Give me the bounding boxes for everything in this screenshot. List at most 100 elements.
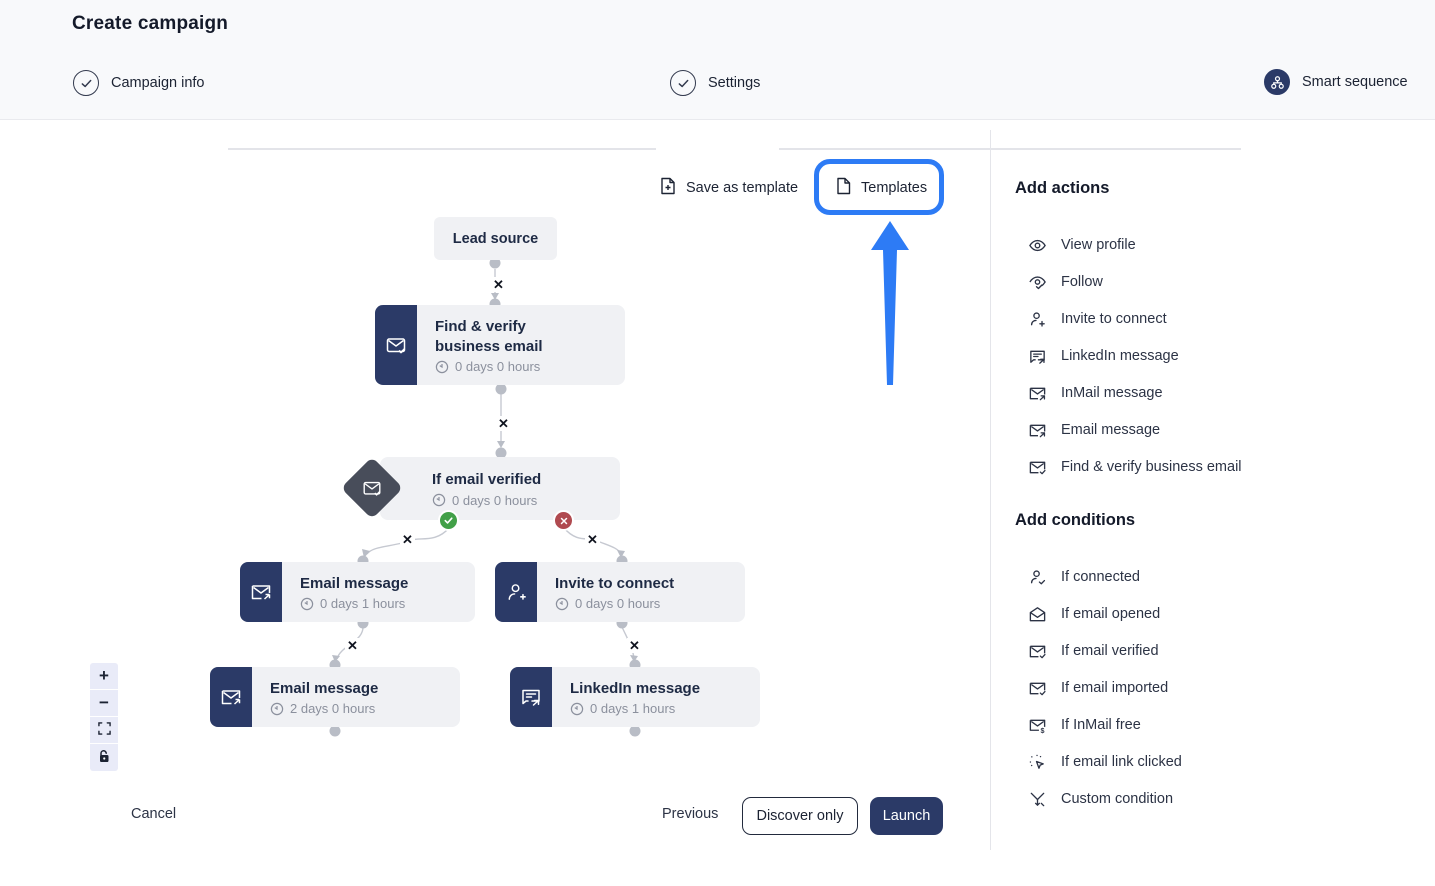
cursor-click-icon: [1028, 753, 1047, 772]
envelope-dollar-icon: $: [1028, 716, 1047, 735]
condition-if-connected[interactable]: If connected: [1028, 564, 1140, 590]
person-check-icon: [1028, 568, 1047, 587]
branch-yes-icon[interactable]: [438, 510, 459, 531]
step-label: Smart sequence: [1302, 74, 1408, 90]
fit-view-button[interactable]: [90, 717, 118, 744]
discover-only-button[interactable]: Discover only: [742, 797, 858, 835]
fullscreen-icon: [98, 720, 111, 740]
node-find-verify-business-email[interactable]: Find & verify business email 0 days 0 ho…: [375, 305, 625, 385]
lock-icon: [98, 748, 110, 768]
zoom-out-button[interactable]: −: [90, 690, 118, 717]
envelope-arrow-icon: [1028, 421, 1047, 440]
svg-text:$: $: [1041, 727, 1045, 735]
file-plus-icon: [660, 177, 676, 199]
action-label: View profile: [1061, 237, 1136, 253]
eye-check-icon: [1028, 273, 1047, 292]
envelope-check-icon: [1028, 642, 1047, 661]
envelope-open-icon: [1028, 605, 1047, 624]
action-inmail-message[interactable]: InMail message: [1028, 380, 1163, 406]
chat-arrow-icon: [1028, 347, 1047, 366]
annotation-arrow: [0, 0, 1435, 886]
action-label: Find & verify business email: [1061, 459, 1242, 475]
step-settings[interactable]: Settings: [670, 70, 760, 96]
node-duration: 0 days 0 hours: [455, 359, 540, 374]
flow-connectors: [0, 0, 1435, 886]
envelope-check-icon: [1028, 679, 1047, 698]
step-connector-line: [228, 148, 656, 150]
step-label: Settings: [708, 75, 760, 91]
eye-icon: [1028, 236, 1047, 255]
condition-if-inmail-free[interactable]: $ If InMail free: [1028, 712, 1141, 738]
create-campaign-page: Create campaign Campaign info Settings: [0, 0, 1435, 886]
lock-button[interactable]: [90, 744, 118, 771]
action-label: Follow: [1061, 274, 1103, 290]
minus-icon: −: [99, 693, 109, 713]
action-invite-to-connect[interactable]: Invite to connect: [1028, 306, 1167, 332]
action-view-profile[interactable]: View profile: [1028, 232, 1136, 258]
step-smart-sequence[interactable]: Smart sequence: [1264, 69, 1408, 95]
action-linkedin-message[interactable]: LinkedIn message: [1028, 343, 1179, 369]
condition-custom-condition[interactable]: Custom condition: [1028, 786, 1173, 812]
action-follow[interactable]: Follow: [1028, 269, 1103, 295]
step-connector-line: [779, 148, 1241, 150]
node-invite-to-connect[interactable]: Invite to connect 0 days 0 hours: [495, 562, 745, 622]
save-as-template-button[interactable]: Save as template: [660, 177, 798, 199]
delete-connector-icon[interactable]: ✕: [627, 638, 642, 653]
delete-connector-icon[interactable]: ✕: [345, 638, 360, 653]
person-plus-icon: [495, 562, 537, 622]
node-linkedin-message[interactable]: LinkedIn message 0 days 1 hours: [510, 667, 760, 727]
delete-connector-icon[interactable]: ✕: [491, 277, 506, 292]
condition-label: If connected: [1061, 569, 1140, 585]
check-circle-icon: [73, 70, 99, 96]
delete-connector-icon[interactable]: ✕: [585, 532, 600, 547]
step-label: Campaign info: [111, 75, 205, 91]
condition-label: If email opened: [1061, 606, 1160, 622]
cancel-button[interactable]: Cancel: [131, 806, 176, 822]
canvas-zoom-panel: + −: [90, 663, 118, 771]
node-lead-source[interactable]: Lead source: [434, 217, 557, 260]
sequence-icon: [1264, 69, 1290, 95]
condition-if-email-verified[interactable]: If email verified: [1028, 638, 1159, 664]
condition-if-email-link-clicked[interactable]: If email link clicked: [1028, 749, 1182, 775]
clock-icon: [555, 597, 569, 611]
sidebar-divider: [990, 130, 991, 850]
branch-icon: [1028, 790, 1047, 809]
action-label: LinkedIn message: [1061, 348, 1179, 364]
node-duration: 0 days 0 hours: [452, 493, 537, 508]
chat-arrow-icon: [510, 667, 552, 727]
templates-label: Templates: [861, 180, 927, 196]
condition-if-email-opened[interactable]: If email opened: [1028, 601, 1160, 627]
node-title: Invite to connect: [555, 574, 674, 594]
condition-label: If email imported: [1061, 680, 1168, 696]
clock-icon: [270, 702, 284, 716]
node-title: Email message: [270, 679, 378, 699]
action-email-message[interactable]: Email message: [1028, 417, 1160, 443]
node-email-message-1[interactable]: Email message 0 days 1 hours: [240, 562, 475, 622]
add-actions-title: Add actions: [1015, 179, 1109, 198]
delete-connector-icon[interactable]: ✕: [400, 532, 415, 547]
node-title: LinkedIn message: [570, 679, 700, 699]
previous-button[interactable]: Previous: [662, 806, 718, 822]
condition-if-email-imported[interactable]: If email imported: [1028, 675, 1168, 701]
node-title: If email verified: [432, 470, 541, 490]
node-email-message-2[interactable]: Email message 2 days 0 hours: [210, 667, 460, 727]
action-label: Invite to connect: [1061, 311, 1167, 327]
check-circle-icon: [670, 70, 696, 96]
condition-label: If InMail free: [1061, 717, 1141, 733]
plus-icon: +: [99, 666, 109, 686]
header: Create campaign Campaign info Settings: [0, 0, 1435, 120]
delete-connector-icon[interactable]: ✕: [496, 416, 511, 431]
zoom-in-button[interactable]: +: [90, 663, 118, 690]
action-label: InMail message: [1061, 385, 1163, 401]
launch-button[interactable]: Launch: [870, 797, 943, 835]
add-conditions-title: Add conditions: [1015, 511, 1135, 530]
node-if-email-verified[interactable]: If email verified 0 days 0 hours: [380, 457, 620, 520]
action-find-verify-business-email[interactable]: Find & verify business email: [1028, 454, 1242, 480]
action-label: Email message: [1061, 422, 1160, 438]
condition-label: If email link clicked: [1061, 754, 1182, 770]
templates-button[interactable]: Templates: [836, 177, 927, 199]
branch-no-icon[interactable]: [553, 510, 574, 531]
step-campaign-info[interactable]: Campaign info: [73, 70, 205, 96]
envelope-arrow-icon: [240, 562, 282, 622]
clock-icon: [300, 597, 314, 611]
